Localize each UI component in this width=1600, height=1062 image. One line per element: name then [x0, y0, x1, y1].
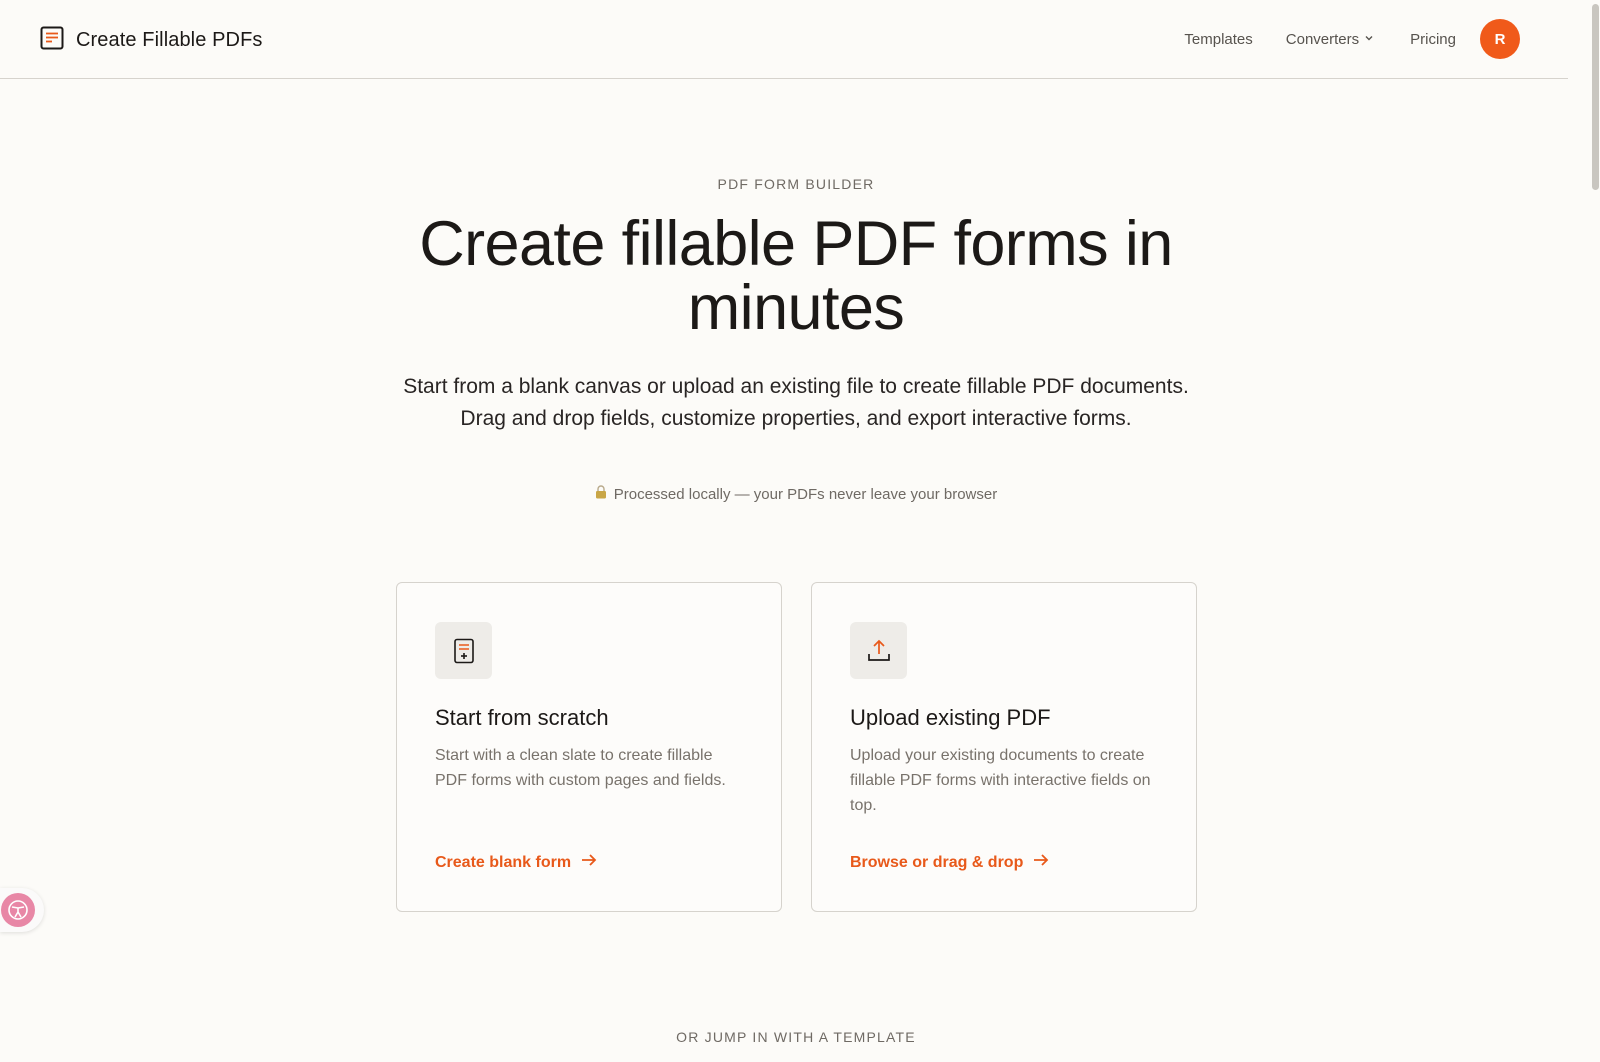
nav-pricing-link[interactable]: Pricing	[1410, 31, 1456, 48]
card-title: Upload existing PDF	[850, 705, 1051, 730]
card-description: Upload your existing documents to create…	[850, 747, 1151, 814]
cta-label: Create blank form	[435, 853, 572, 871]
arrow-right-icon	[581, 853, 597, 872]
card-title: Start from scratch	[435, 705, 609, 730]
privacy-note: Processed locally — your PDFs never leav…	[0, 485, 1592, 503]
blank-form-icon	[435, 622, 492, 679]
scrollbar-thumb[interactable]	[1592, 4, 1599, 190]
accessibility-button[interactable]	[0, 888, 44, 932]
nav-converters-dropdown[interactable]: Converters	[1286, 31, 1375, 48]
chevron-down-icon	[1363, 31, 1375, 48]
create-blank-form-link[interactable]: Create blank form	[435, 853, 597, 872]
hero-headline: Create fillable PDF forms in minutes	[419, 209, 1173, 343]
browse-or-drag-drop-link[interactable]: Browse or drag & drop	[850, 853, 1049, 872]
privacy-note-text: Processed locally — your PDFs never leav…	[613, 485, 998, 503]
templates-section-heading: OR JUMP IN WITH A TEMPLATE	[676, 1029, 916, 1045]
page-scrollbar[interactable]	[1591, 0, 1600, 1062]
top-header: Create Fillable PDFs Templates Converter…	[0, 0, 1568, 79]
upload-icon	[850, 622, 907, 679]
user-avatar[interactable]: R	[1480, 19, 1520, 59]
arrow-right-icon	[1033, 853, 1049, 872]
cta-label: Browse or drag & drop	[850, 853, 1024, 871]
brand[interactable]: Create Fillable PDFs	[40, 26, 263, 55]
document-logo-icon	[40, 26, 64, 55]
start-from-scratch-card[interactable]: Start from scratch Start with a clean sl…	[396, 582, 782, 912]
hero-subhead: Start from a blank canvas or upload an e…	[403, 375, 1189, 430]
nav-converters-label: Converters	[1285, 30, 1360, 48]
card-description: Start with a clean slate to create filla…	[435, 747, 726, 789]
upload-existing-pdf-card[interactable]: Upload existing PDF Upload your existing…	[811, 582, 1197, 912]
main-nav: Templates Converters Pricing R	[1184, 19, 1520, 59]
nav-templates-link[interactable]: Templates	[1184, 31, 1252, 48]
accessibility-icon	[1, 893, 35, 927]
brand-title: Create Fillable PDFs	[76, 29, 263, 51]
hero-eyebrow: PDF FORM BUILDER	[717, 176, 875, 192]
lock-icon	[595, 485, 607, 503]
